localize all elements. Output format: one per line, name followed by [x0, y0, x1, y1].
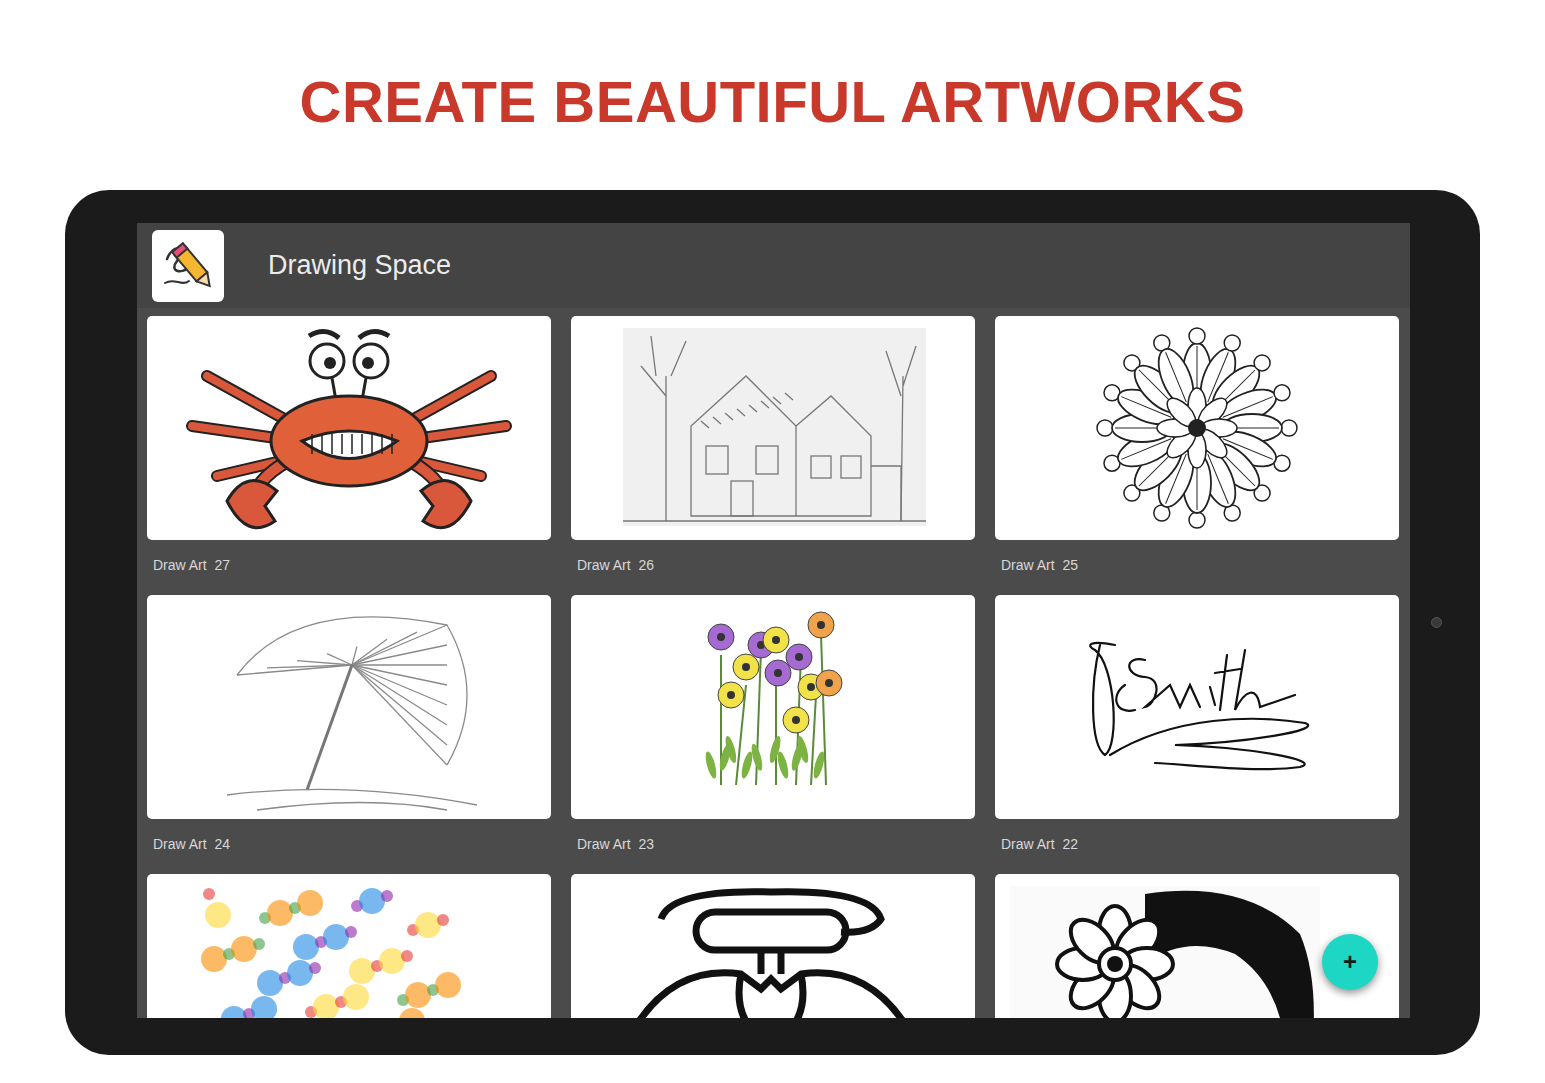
artwork-label: Draw Art 27 — [147, 540, 551, 595]
tablet-frame: Drawing Space Draw Art 27Draw Art 26Draw… — [65, 190, 1480, 1055]
app-bar: Drawing Space — [137, 223, 1410, 308]
artwork-card[interactable] — [147, 316, 551, 540]
artwork-image — [147, 874, 551, 1018]
artwork-item[interactable]: Draw Art 23 — [571, 595, 975, 874]
artwork-item[interactable] — [147, 874, 551, 1018]
artwork-image — [995, 595, 1399, 819]
add-button[interactable]: + — [1322, 934, 1378, 990]
artwork-image — [147, 595, 551, 819]
artwork-label: Draw Art 24 — [147, 819, 551, 874]
artwork-image — [571, 316, 975, 540]
artwork-card[interactable] — [571, 874, 975, 1018]
artwork-label: Draw Art 22 — [995, 819, 1399, 874]
artwork-item[interactable]: Draw Art 24 — [147, 595, 551, 874]
artwork-card[interactable] — [995, 595, 1399, 819]
camera-dot — [1431, 617, 1442, 628]
artwork-card[interactable] — [571, 316, 975, 540]
artwork-image — [147, 316, 551, 540]
artwork-item[interactable]: Draw Art 22 — [995, 595, 1399, 874]
artwork-grid: Draw Art 27 Draw Art 26 Draw Art 25 Draw Ar… — [137, 308, 1410, 1018]
artwork-label: Draw Art 23 — [571, 819, 975, 874]
promo-header: CREATE BEAUTIFUL ARTWORKS — [0, 0, 1545, 190]
promo-page: CREATE BEAUTIFUL ARTWORKS Drawin — [0, 0, 1545, 1083]
artwork-label: Draw Art 26 — [571, 540, 975, 595]
artwork-card[interactable] — [147, 874, 551, 1018]
artwork-item[interactable]: Draw Art 25 — [995, 316, 1399, 595]
artwork-card[interactable] — [147, 595, 551, 819]
artwork-card[interactable] — [995, 316, 1399, 540]
artwork-image — [571, 874, 975, 1018]
tablet-screen: Drawing Space Draw Art 27Draw Art 26Draw… — [137, 223, 1410, 1018]
artwork-item[interactable]: Draw Art 27 — [147, 316, 551, 595]
artwork-image — [571, 595, 975, 819]
artwork-item[interactable]: Draw Art 26 — [571, 316, 975, 595]
artwork-item[interactable] — [571, 874, 975, 1018]
promo-title: CREATE BEAUTIFUL ARTWORKS — [300, 73, 1246, 131]
artwork-label: Draw Art 25 — [995, 540, 1399, 595]
artwork-image — [995, 316, 1399, 540]
app-logo-icon[interactable] — [152, 230, 224, 302]
artwork-card[interactable] — [571, 595, 975, 819]
app-title: Drawing Space — [268, 245, 451, 286]
